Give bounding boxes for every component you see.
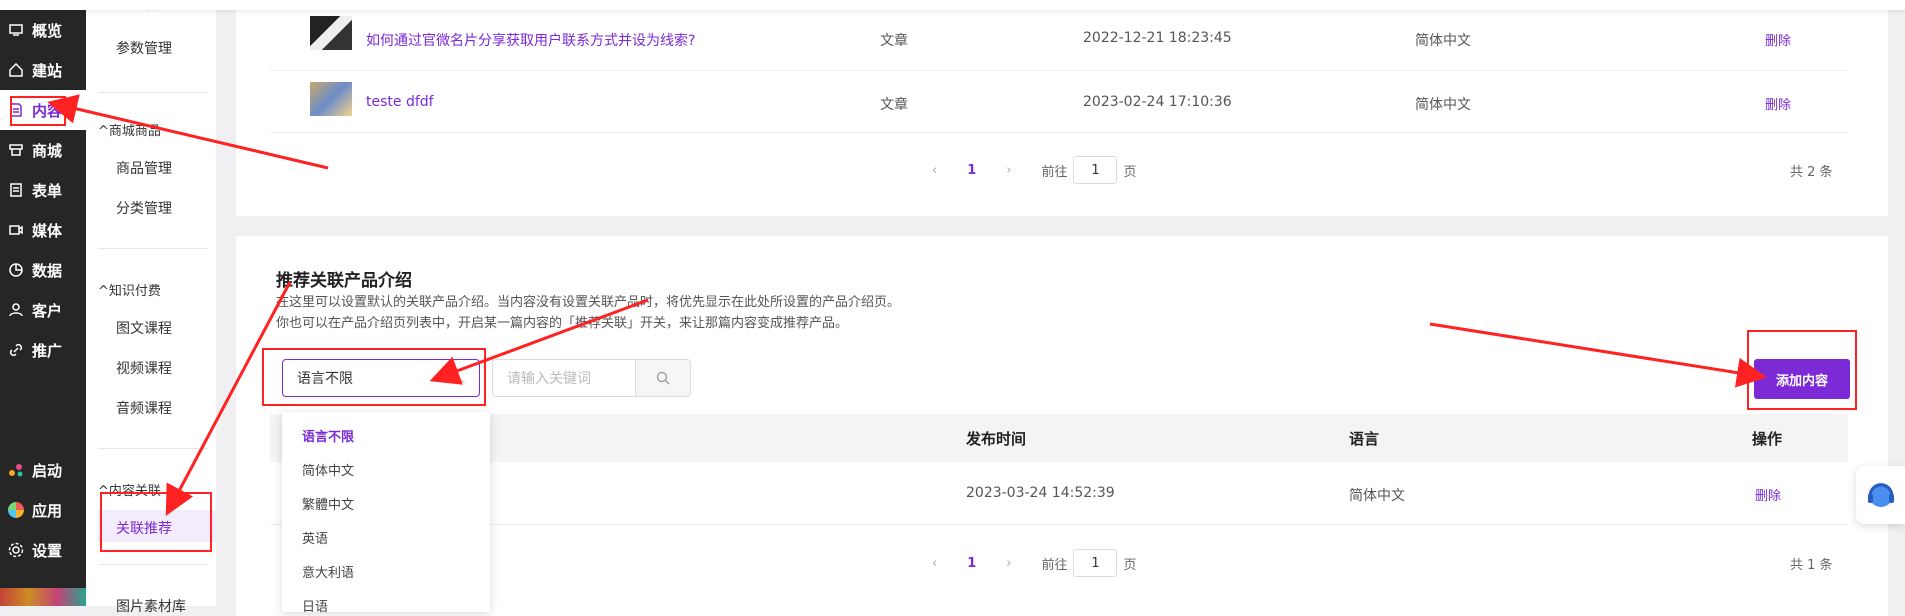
annotation-arrows [47, 94, 1767, 516]
